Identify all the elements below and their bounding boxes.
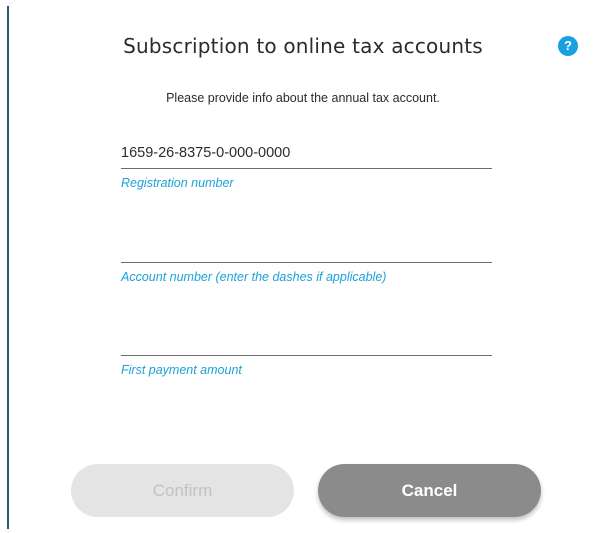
confirm-button[interactable]: Confirm	[71, 464, 294, 517]
account-number-underline	[121, 262, 492, 263]
registration-number-underline	[121, 168, 492, 169]
first-payment-underline	[121, 355, 492, 356]
help-icon[interactable]: ?	[558, 36, 578, 56]
first-payment-label: First payment amount	[121, 363, 242, 377]
cancel-button[interactable]: Cancel	[318, 464, 541, 517]
question-mark-icon: ?	[564, 38, 572, 53]
subscription-dialog: Subscription to online tax accounts ? Pl…	[9, 0, 597, 533]
account-number-input[interactable]	[121, 236, 492, 258]
registration-number-label: Registration number	[121, 176, 234, 190]
registration-number-input[interactable]	[121, 142, 492, 164]
account-number-label: Account number (enter the dashes if appl…	[121, 270, 387, 284]
dialog-subtitle: Please provide info about the annual tax…	[166, 91, 440, 105]
first-payment-input[interactable]	[121, 329, 492, 351]
dialog-title: Subscription to online tax accounts	[123, 34, 483, 58]
